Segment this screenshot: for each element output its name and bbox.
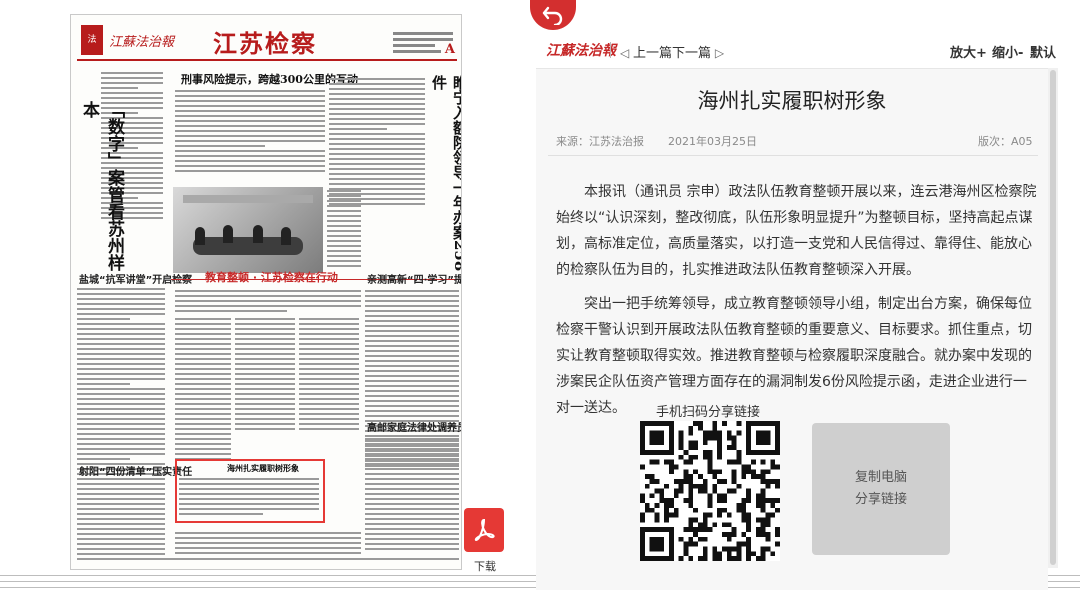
back-button[interactable] <box>530 0 576 30</box>
page-letter: A <box>444 42 455 57</box>
prev-label: 上一篇 <box>633 46 673 61</box>
paragraph: 本报讯（通讯员 宗申）政法队伍教育整顿开展以来，连云港海州区检察院始终以“认识深… <box>556 184 1037 278</box>
text-column <box>175 529 361 557</box>
copy-link-button[interactable]: 复制电脑 分享链接 <box>812 423 950 555</box>
text-column <box>175 287 361 315</box>
page-number: 版次：A05 <box>978 135 1033 148</box>
newspaper-page[interactable]: 法 江蘇法治報 江苏检察 A 「数字」案管看苏州样本 盐城“抗军讲堂”开启检察 … <box>70 14 462 570</box>
divider <box>548 155 1038 156</box>
newspaper-brand: 江蘇法治報 <box>109 35 175 50</box>
news-photo <box>173 187 323 273</box>
prev-article-link[interactable]: ◁ 上一篇 <box>620 42 672 61</box>
newspaper-logo: 法 <box>81 25 103 55</box>
copy-link-label-1: 复制电脑 <box>854 470 907 485</box>
text-column <box>179 475 319 518</box>
section-title: 江苏检察 <box>213 29 317 58</box>
divider <box>610 42 611 58</box>
scrollbar[interactable] <box>1048 68 1058 568</box>
scroll-thumb[interactable] <box>1050 70 1056 565</box>
brand-logo: 江蘇法治報 <box>546 43 616 59</box>
qr-code-icon <box>640 421 780 561</box>
chevron-right-icon: ▷ <box>711 46 725 60</box>
article-body: 本报讯（通讯员 宗申）政法队伍教育整顿开展以来，连云港海州区检察院始终以“认识深… <box>556 179 1038 429</box>
e-paper-viewer: 法 江蘇法治報 江苏检察 A 「数字」案管看苏州样本 盐城“抗军讲堂”开启检察 … <box>0 0 1080 590</box>
footer-strip <box>79 555 459 563</box>
article-toolbar: 江蘇法治報 ◁ 上一篇 下一篇 ▷ 放大+ 缩小- 默认 <box>536 36 1066 66</box>
vertical-headline: 睢宁入额院领导一年办案258件 <box>430 75 462 272</box>
text-column <box>175 315 231 463</box>
text-column <box>235 315 295 433</box>
text-column <box>77 285 165 563</box>
text-column <box>299 315 359 433</box>
share-label: 手机扫码分享链接 <box>656 405 761 420</box>
article-source: 来源：江苏法治报 <box>556 135 644 148</box>
masthead: 法 江蘇法治報 江苏检察 A <box>77 21 457 61</box>
return-arrow-icon <box>542 6 563 25</box>
text-column <box>175 87 325 175</box>
vertical-headline: 「数字」案管看苏州样本 <box>79 101 124 271</box>
pdf-icon <box>474 518 495 541</box>
download-label: 下载 <box>474 560 496 573</box>
article-panel: 海州扎实履职树形象 来源：江苏法治报 2021年03月25日 版次：A05 本报… <box>536 68 1048 590</box>
pdf-download-button[interactable] <box>464 508 504 552</box>
next-article-link[interactable]: 下一篇 ▷ <box>672 42 724 61</box>
default-size-button[interactable]: 默认 <box>1030 42 1056 61</box>
article-date: 2021年03月25日 <box>668 135 757 148</box>
zoom-out-button[interactable]: 缩小- <box>992 42 1023 61</box>
article-title: 海州扎实履职树形象 <box>697 89 887 113</box>
zoom-in-button[interactable]: 放大+ <box>950 42 987 61</box>
text-column <box>327 187 361 270</box>
article-headline-thumb: 海州扎实履职树形象 <box>227 463 299 473</box>
copy-link-label-2: 分享链接 <box>854 492 907 507</box>
paragraph: 突出一把手统筹领导，成立教育整顿领导小组，制定出台方案，确保每位检察干警认识到开… <box>556 296 1032 416</box>
section-banner: 教育整顿 · 江苏检察在行动 <box>205 271 338 284</box>
next-label: 下一篇 <box>672 46 712 61</box>
sub-headline: 亲测高新“四·学习”提成效 <box>367 275 461 286</box>
sub-headline: 高邮家庭法律处调养员 <box>367 423 462 434</box>
chevron-left-icon: ◁ <box>620 46 634 60</box>
text-column <box>365 435 459 553</box>
